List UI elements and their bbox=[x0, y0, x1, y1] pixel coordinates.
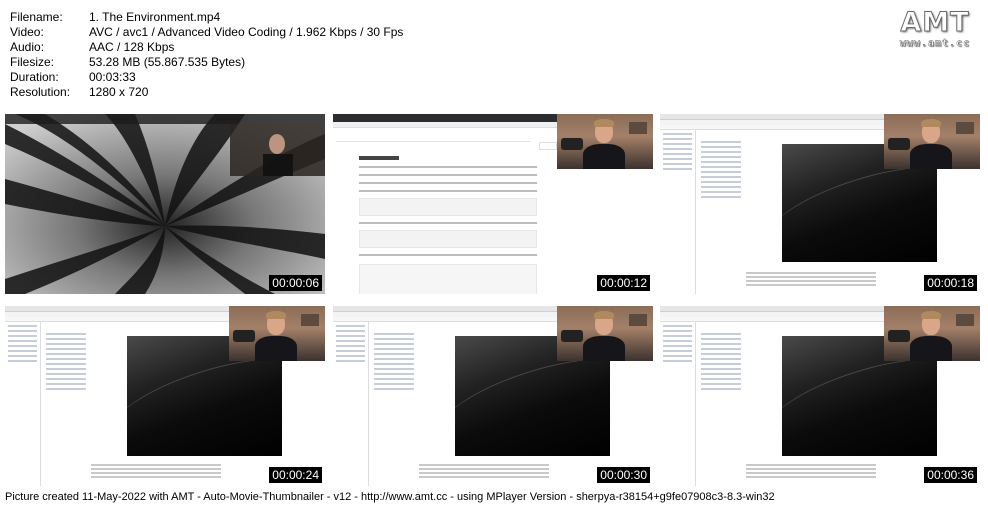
doc-heading bbox=[359, 156, 399, 160]
video-thumbnail: 00:00:30 bbox=[333, 306, 653, 486]
vm-tree bbox=[5, 322, 41, 486]
code-block bbox=[359, 198, 537, 216]
webcam-overlay bbox=[229, 306, 325, 361]
vm-status bbox=[91, 462, 221, 478]
thumbnail-grid: 00:00:06 00:00:12 00:00:18 00:00:24 00:0… bbox=[0, 0, 988, 506]
video-thumbnail: 00:00:06 bbox=[5, 114, 325, 294]
timestamp-label: 00:00:18 bbox=[924, 275, 977, 291]
timestamp-label: 00:00:30 bbox=[597, 467, 650, 483]
webcam-overlay bbox=[884, 306, 980, 361]
webcam-overlay bbox=[557, 114, 653, 169]
vm-details bbox=[698, 330, 744, 440]
vm-status bbox=[746, 270, 876, 286]
editor-side-panel bbox=[539, 142, 557, 150]
vm-details bbox=[698, 138, 744, 248]
footer-credit: Picture created 11-May-2022 with AMT - A… bbox=[5, 491, 775, 503]
vm-tree bbox=[660, 322, 696, 486]
spiral-pattern-image bbox=[5, 114, 325, 294]
code-block bbox=[359, 264, 537, 294]
webcam-overlay bbox=[884, 114, 980, 169]
vm-details bbox=[371, 330, 417, 440]
video-thumbnail: 00:00:36 bbox=[660, 306, 980, 486]
timestamp-label: 00:00:36 bbox=[924, 467, 977, 483]
video-thumbnail: 00:00:18 bbox=[660, 114, 980, 294]
vm-tree bbox=[660, 130, 696, 294]
timestamp-label: 00:00:12 bbox=[597, 275, 650, 291]
vm-status bbox=[746, 462, 876, 478]
timestamp-label: 00:00:24 bbox=[269, 467, 322, 483]
video-thumbnail: 00:00:24 bbox=[5, 306, 325, 486]
code-block bbox=[359, 230, 537, 248]
vm-status bbox=[419, 462, 549, 478]
vm-tree bbox=[333, 322, 369, 486]
timestamp-label: 00:00:06 bbox=[269, 275, 322, 291]
editor-file-row bbox=[336, 130, 531, 142]
readme-document bbox=[359, 150, 537, 294]
vm-details bbox=[43, 330, 89, 440]
video-thumbnail: 00:00:12 bbox=[333, 114, 653, 294]
webcam-overlay bbox=[557, 306, 653, 361]
